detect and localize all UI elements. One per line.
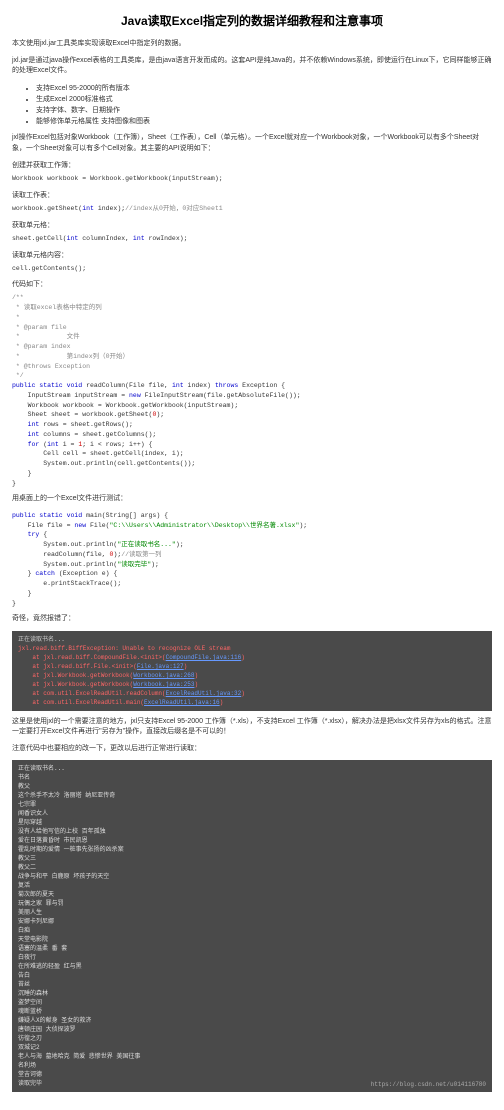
mid-text-1: 用桌面上的一个Excel文件进行测试： <box>12 494 492 505</box>
mid-text-2: 奇怪，竟然报错了： <box>12 614 492 625</box>
feature-list: 支持Excel 95-2000的所有版本 生成Excel 2000标准格式 支持… <box>36 83 492 128</box>
step-2-code: workbook.getSheet(int index);//index从0开始… <box>12 204 492 214</box>
step-4-code: cell.getContents(); <box>12 264 492 274</box>
step-4-label: 读取单元格内容： <box>12 250 492 260</box>
step-2-label: 读取工作表： <box>12 190 492 200</box>
list-item: 支持字体、数字、日期操作 <box>36 105 492 116</box>
list-item: 能够修饰单元格属性 支持图像和图表 <box>36 116 492 127</box>
read-column-code: /** * 读取excel表格中特定的列 * * @param file * 文… <box>12 293 492 488</box>
list-item: 生成Excel 2000标准格式 <box>36 94 492 105</box>
intro-1: 本文使用jxl.jar工具类库实现读取Excel中指定列的数据。 <box>12 39 492 50</box>
step-3-code: sheet.getCell(int columnIndex, int rowIn… <box>12 234 492 244</box>
success-output: 正在读取书名... 书名 教父 这个杀手不太冷 洛丽塔 纳尼亚传奇 七宗罪 闻香… <box>12 760 492 1092</box>
error-output: 正在读取书名... jxl.read.biff.BiffException: U… <box>12 631 492 711</box>
step-3-label: 获取单元格： <box>12 220 492 230</box>
intro-2: jxl.jar是通过java操作excel表格的工具类库，是由java语言开发而… <box>12 56 492 77</box>
page-title: Java读取Excel指定列的数据详细教程和注意事项 <box>12 12 492 29</box>
step-1-code: Workbook workbook = Workbook.getWorkbook… <box>12 174 492 184</box>
list-item: 支持Excel 95-2000的所有版本 <box>36 83 492 94</box>
step-1-label: 创建并获取工作簿： <box>12 160 492 170</box>
main-code: public static void main(String[] args) {… <box>12 511 492 609</box>
watermark: https://blog.csdn.net/u014116780 <box>371 1080 486 1089</box>
object-desc: jxl操作Excel包括对象Workbook（工作簿），Sheet（工作表），C… <box>12 133 492 154</box>
note-2: 注意代码中也要相应的改一下，更改以后进行正常进行读取： <box>12 744 492 755</box>
note-1: 这里是使用jxl的一个需要注意的地方，jxl只支持Excel 95-2000 工… <box>12 717 492 738</box>
step-5-label: 代码如下： <box>12 279 492 289</box>
